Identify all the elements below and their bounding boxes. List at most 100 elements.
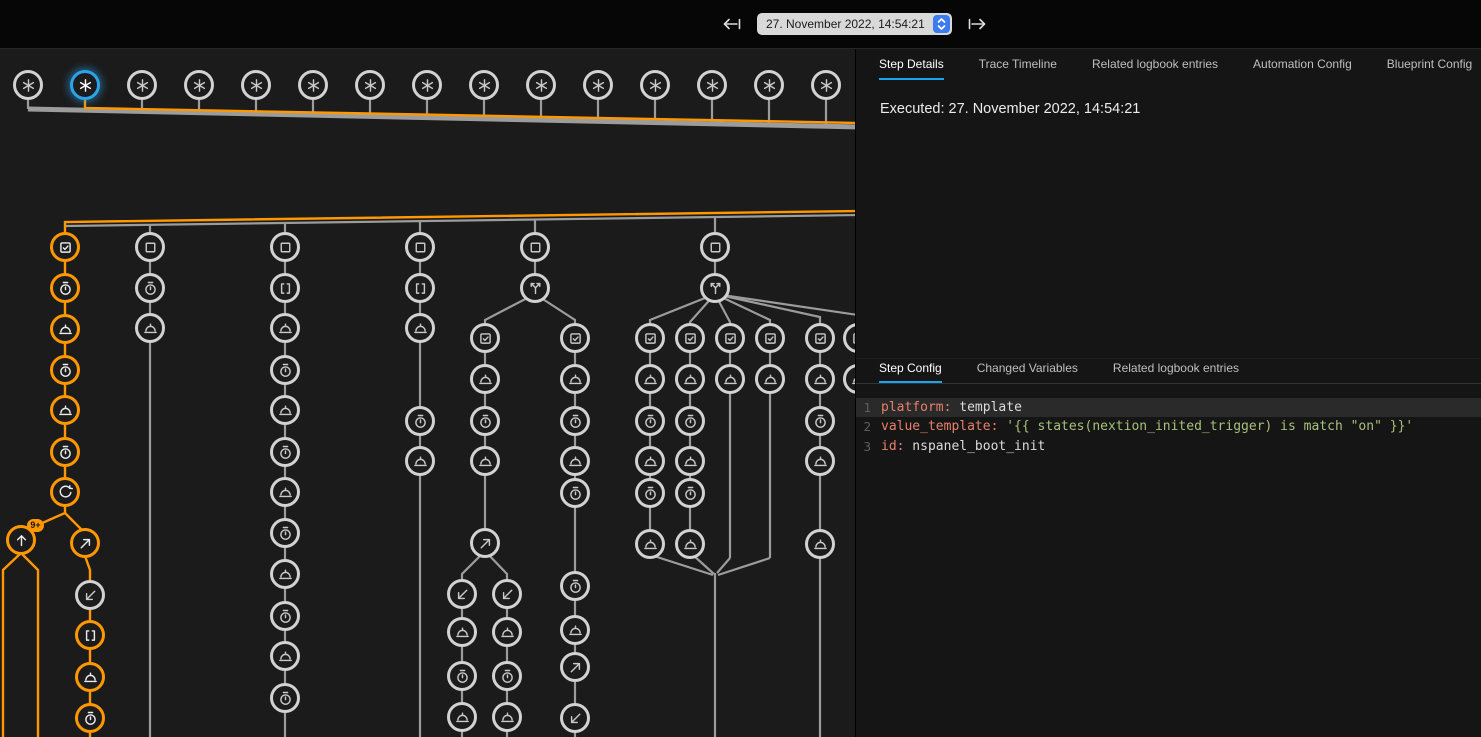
timer-node[interactable] (270, 355, 300, 385)
service-node[interactable] (635, 446, 665, 476)
timer-node[interactable] (560, 406, 590, 436)
service-node[interactable] (75, 662, 105, 692)
asterisk-node[interactable] (241, 70, 271, 100)
service-node[interactable] (805, 446, 835, 476)
code-line-3[interactable]: 3id: nspanel_boot_init (856, 437, 1481, 456)
service-node[interactable] (405, 313, 435, 343)
config-tab-changed-variables[interactable]: Changed Variables (977, 361, 1078, 383)
service-node[interactable] (270, 395, 300, 425)
timer-node[interactable] (675, 406, 705, 436)
details-tab-blueprint-config[interactable]: Blueprint Config (1387, 57, 1472, 80)
timer-node[interactable] (560, 571, 590, 601)
checkbox-node[interactable] (50, 232, 80, 262)
arrow-ne-node[interactable] (560, 652, 590, 682)
timer-node[interactable] (270, 518, 300, 548)
checkbox-node[interactable] (635, 323, 665, 353)
call-split-node[interactable] (700, 273, 730, 303)
service-node[interactable] (447, 702, 477, 732)
arrow-sw-node[interactable] (492, 579, 522, 609)
asterisk-node[interactable] (412, 70, 442, 100)
arrow-ne-node[interactable] (70, 528, 100, 558)
square-node[interactable] (135, 232, 165, 262)
service-node[interactable] (270, 641, 300, 671)
code-line-1[interactable]: 1platform: template (856, 398, 1481, 417)
asterisk-node[interactable] (469, 70, 499, 100)
details-tab-trace-timeline[interactable]: Trace Timeline (979, 57, 1057, 80)
service-node[interactable] (843, 364, 855, 394)
repeat-node[interactable] (50, 477, 80, 507)
next-run-icon[interactable] (967, 17, 987, 31)
asterisk-node[interactable] (13, 70, 43, 100)
service-node[interactable] (755, 364, 785, 394)
checkbox-node[interactable] (715, 323, 745, 353)
timer-node[interactable] (50, 273, 80, 303)
checkbox-node[interactable] (755, 323, 785, 353)
checkbox-node[interactable] (843, 323, 855, 353)
asterisk-node[interactable] (184, 70, 214, 100)
service-node[interactable] (635, 364, 665, 394)
timer-node[interactable] (135, 273, 165, 303)
details-tab-step-details[interactable]: Step Details (879, 57, 944, 80)
service-node[interactable] (470, 446, 500, 476)
service-node[interactable] (560, 446, 590, 476)
asterisk-node[interactable] (70, 70, 100, 100)
checkbox-node[interactable] (805, 323, 835, 353)
previous-run-icon[interactable] (722, 17, 742, 31)
service-node[interactable] (50, 314, 80, 344)
asterisk-node[interactable] (127, 70, 157, 100)
details-tab-automation-config[interactable]: Automation Config (1253, 57, 1352, 80)
service-node[interactable] (635, 529, 665, 559)
service-node[interactable] (270, 313, 300, 343)
service-node[interactable] (50, 395, 80, 425)
service-node[interactable] (470, 364, 500, 394)
code-line-2[interactable]: 2value_template: '{{ states(nextion_init… (856, 417, 1481, 436)
timer-node[interactable] (635, 406, 665, 436)
service-node[interactable] (270, 477, 300, 507)
config-tab-step-config[interactable]: Step Config (879, 361, 942, 383)
timer-node[interactable] (635, 478, 665, 508)
timer-node[interactable] (270, 601, 300, 631)
asterisk-node[interactable] (526, 70, 556, 100)
timer-node[interactable] (50, 355, 80, 385)
timer-node[interactable] (75, 703, 105, 733)
asterisk-node[interactable] (298, 70, 328, 100)
asterisk-node[interactable] (640, 70, 670, 100)
asterisk-node[interactable] (697, 70, 727, 100)
brackets-node[interactable] (405, 273, 435, 303)
timer-node[interactable] (50, 437, 80, 467)
service-node[interactable] (560, 364, 590, 394)
checkbox-node[interactable] (470, 323, 500, 353)
details-tab-related-logbook-entries[interactable]: Related logbook entries (1092, 57, 1218, 80)
timer-node[interactable] (470, 406, 500, 436)
timer-node[interactable] (675, 478, 705, 508)
trace-graph-canvas[interactable]: 9+ (0, 49, 855, 737)
timer-node[interactable] (492, 661, 522, 691)
service-node[interactable] (805, 364, 835, 394)
asterisk-node[interactable] (355, 70, 385, 100)
service-node[interactable] (715, 364, 745, 394)
timer-node[interactable] (560, 478, 590, 508)
timer-node[interactable] (447, 661, 477, 691)
asterisk-node[interactable] (811, 70, 841, 100)
asterisk-node[interactable] (754, 70, 784, 100)
brackets-node[interactable] (75, 620, 105, 650)
arrow-sw-node[interactable] (75, 580, 105, 610)
asterisk-node[interactable] (583, 70, 613, 100)
timer-node[interactable] (405, 406, 435, 436)
checkbox-node[interactable] (560, 323, 590, 353)
config-tab-related-logbook-entries[interactable]: Related logbook entries (1113, 361, 1239, 383)
service-node[interactable] (675, 364, 705, 394)
service-node[interactable] (805, 529, 835, 559)
service-node[interactable] (675, 529, 705, 559)
service-node[interactable] (270, 559, 300, 589)
arrow-sw-node[interactable] (560, 703, 590, 733)
service-node[interactable] (492, 617, 522, 647)
arrow-sw-node[interactable] (447, 579, 477, 609)
service-node[interactable] (560, 615, 590, 645)
yaml-code-block[interactable]: 1platform: template2value_template: '{{ … (856, 398, 1481, 456)
service-node[interactable] (447, 617, 477, 647)
service-node[interactable] (135, 313, 165, 343)
brackets-node[interactable] (270, 273, 300, 303)
trace-run-select[interactable]: 27. November 2022, 14:54:21 (757, 13, 952, 35)
service-node[interactable] (675, 446, 705, 476)
